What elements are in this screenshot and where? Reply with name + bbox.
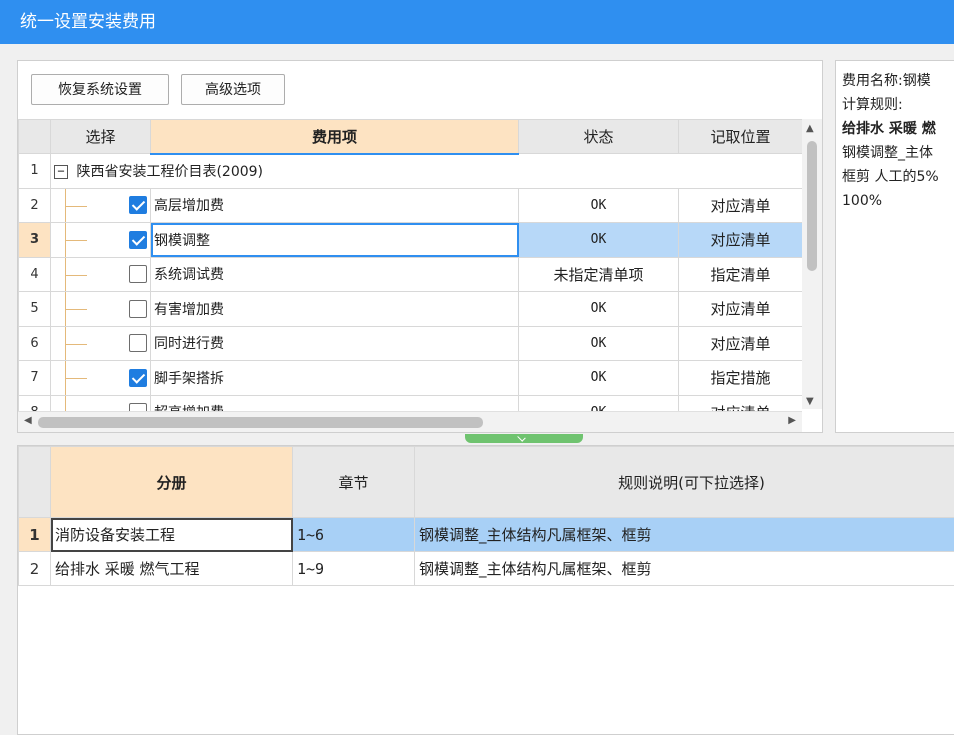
column-header-select[interactable]: 选择 xyxy=(51,120,151,154)
checkbox-unchecked-icon[interactable] xyxy=(129,265,147,283)
position-cell[interactable]: 对应清单 xyxy=(679,188,803,223)
fee-info-panel: 费用名称:钢模 计算规则: 给排水 采暖 燃 钢模调整_主体 框剪 人工的5% … xyxy=(835,60,954,433)
status-cell: OK xyxy=(519,292,679,327)
position-cell[interactable]: 对应清单 xyxy=(679,326,803,361)
tree-group-row[interactable]: 1 − 陕西省安装工程价目表(2009) xyxy=(19,154,803,189)
fee-name-cell[interactable]: 高层增加费 xyxy=(151,188,519,223)
scroll-right-icon[interactable]: ▶ xyxy=(788,415,796,426)
status-cell: OK xyxy=(519,188,679,223)
collapse-toggle-icon[interactable]: − xyxy=(54,165,68,179)
scrollbar-thumb[interactable] xyxy=(38,417,483,428)
scroll-up-icon[interactable]: ▲ xyxy=(806,123,814,134)
scroll-down-icon[interactable]: ▼ xyxy=(806,396,814,407)
row-number: 2 xyxy=(19,188,51,223)
status-cell: 未指定清单项 xyxy=(519,257,679,292)
column-header-volume[interactable]: 分册 xyxy=(51,447,293,518)
rule-detail: 100% xyxy=(842,189,954,213)
position-cell[interactable]: 对应清单 xyxy=(679,223,803,258)
rule-detail: 钢模调整_主体 xyxy=(842,141,954,165)
table-row-selected[interactable]: 3 钢模调整 OK 对应清单 xyxy=(19,223,803,258)
volume-cell[interactable]: 消防设备安装工程 xyxy=(51,518,293,552)
restore-system-settings-button[interactable]: 恢复系统设置 xyxy=(31,74,169,105)
column-header-chapter[interactable]: 章节 xyxy=(293,447,415,518)
row-number: 4 xyxy=(19,257,51,292)
checkbox-checked-icon[interactable] xyxy=(129,231,147,249)
calc-rule-label: 计算规则: xyxy=(842,93,954,117)
row-number: 6 xyxy=(19,326,51,361)
fee-table-header: 选择 费用项 状态 记取位置 xyxy=(19,120,803,154)
scrollbar-thumb[interactable] xyxy=(807,141,817,271)
status-cell: OK xyxy=(519,223,679,258)
rule-cell[interactable]: 钢模调整_主体结构凡属框架、框剪 xyxy=(415,518,954,552)
checkbox-checked-icon[interactable] xyxy=(129,369,147,387)
column-header-fee-item[interactable]: 费用项 xyxy=(151,120,519,154)
rule-cell[interactable]: 钢模调整_主体结构凡属框架、框剪 xyxy=(415,552,954,586)
table-row[interactable]: 2 高层增加费 OK 对应清单 xyxy=(19,188,803,223)
select-cell xyxy=(51,188,151,223)
column-header-position[interactable]: 记取位置 xyxy=(679,120,803,154)
row-number-header xyxy=(19,120,51,154)
chapter-cell[interactable]: 1~9 xyxy=(293,552,415,586)
row-number: 7 xyxy=(19,361,51,396)
row-number: 1 xyxy=(19,154,51,189)
fee-items-grid: 选择 费用项 状态 记取位置 1 − 陕西省安装工程价目表(2009) 2 xyxy=(18,119,802,459)
fee-name-cell[interactable]: 脚手架搭拆 xyxy=(151,361,519,396)
table-row[interactable]: 7 脚手架搭拆 OK 指定措施 xyxy=(19,361,803,396)
select-cell xyxy=(51,361,151,396)
volume-cell[interactable]: 给排水 采暖 燃气工程 xyxy=(51,552,293,586)
row-number: 1 xyxy=(19,518,51,552)
status-cell: OK xyxy=(519,326,679,361)
checkbox-unchecked-icon[interactable] xyxy=(129,334,147,352)
fee-items-panel: 恢复系统设置 高级选项 选择 费用项 状态 记取位置 1 − xyxy=(17,60,823,433)
checkbox-unchecked-icon[interactable] xyxy=(129,300,147,318)
horizontal-scrollbar[interactable]: ◀ ▶ xyxy=(18,411,802,432)
fee-name-cell[interactable]: 系统调试费 xyxy=(151,257,519,292)
vertical-scrollbar[interactable]: ▲ ▼ xyxy=(802,119,822,409)
select-cell xyxy=(51,223,151,258)
rule-detail: 框剪 人工的5% xyxy=(842,165,954,189)
position-cell[interactable]: 指定清单 xyxy=(679,257,803,292)
row-number: 3 xyxy=(19,223,51,258)
row-number-header xyxy=(19,447,51,518)
table-row[interactable]: 5 有害增加费 OK 对应清单 xyxy=(19,292,803,327)
table-row[interactable]: 2 给排水 采暖 燃气工程 1~9 钢模调整_主体结构凡属框架、框剪 xyxy=(19,552,954,586)
status-cell: OK xyxy=(519,361,679,396)
column-header-rule[interactable]: 规则说明(可下拉选择) xyxy=(415,447,954,518)
window-title: 统一设置安装费用 xyxy=(20,12,156,32)
rule-category: 给排水 采暖 燃 xyxy=(842,117,954,141)
group-label: 陕西省安装工程价目表(2009) xyxy=(76,164,263,180)
rules-panel: 分册 章节 规则说明(可下拉选择) 1 消防设备安装工程 1~6 钢模调整_主体… xyxy=(17,445,954,735)
table-row[interactable]: 6 同时进行费 OK 对应清单 xyxy=(19,326,803,361)
window-titlebar: 统一设置安装费用 xyxy=(0,0,954,44)
fee-name-cell[interactable]: 钢模调整 xyxy=(151,223,519,258)
row-number: 5 xyxy=(19,292,51,327)
table-row-selected[interactable]: 1 消防设备安装工程 1~6 钢模调整_主体结构凡属框架、框剪 xyxy=(19,518,954,552)
position-cell[interactable]: 指定措施 xyxy=(679,361,803,396)
select-cell xyxy=(51,326,151,361)
rule-table-header: 分册 章节 规则说明(可下拉选择) xyxy=(19,447,954,518)
select-cell xyxy=(51,257,151,292)
row-number: 2 xyxy=(19,552,51,586)
table-row[interactable]: 4 系统调试费 未指定清单项 指定清单 xyxy=(19,257,803,292)
select-cell xyxy=(51,292,151,327)
scroll-left-icon[interactable]: ◀ xyxy=(24,415,32,426)
column-header-status[interactable]: 状态 xyxy=(519,120,679,154)
fee-name-cell[interactable]: 有害增加费 xyxy=(151,292,519,327)
checkbox-checked-icon[interactable] xyxy=(129,196,147,214)
fee-name-cell[interactable]: 同时进行费 xyxy=(151,326,519,361)
fee-name-label: 费用名称:钢模 xyxy=(842,69,954,93)
chapter-cell[interactable]: 1~6 xyxy=(293,518,415,552)
advanced-options-button[interactable]: 高级选项 xyxy=(181,74,285,105)
splitter-handle[interactable] xyxy=(465,434,583,443)
position-cell[interactable]: 对应清单 xyxy=(679,292,803,327)
